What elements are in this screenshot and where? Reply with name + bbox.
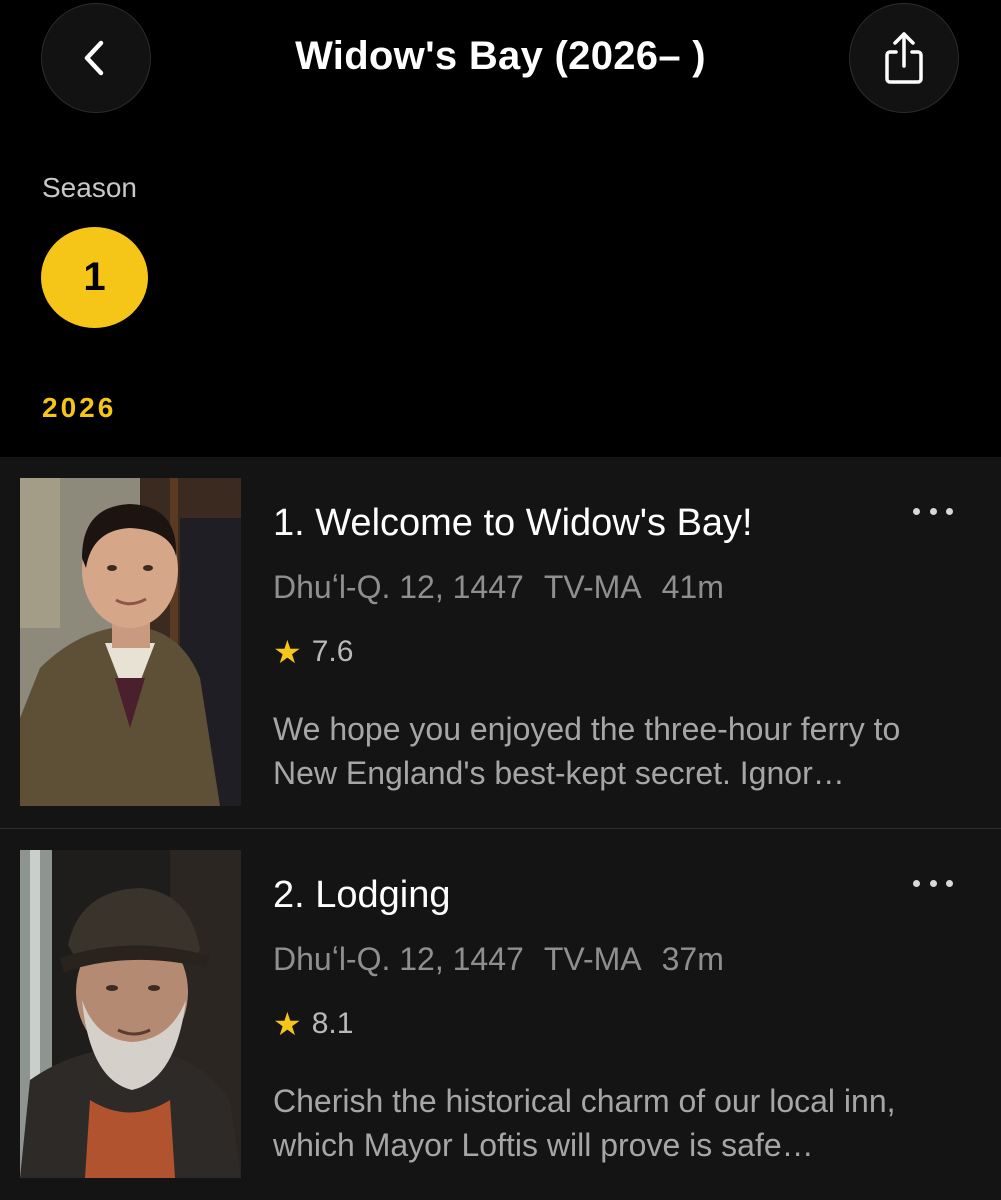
top-bar: Widow's Bay (2026– ) <box>0 0 1001 120</box>
rating-value: 8.1 <box>311 1007 354 1040</box>
rating-value: 7.6 <box>311 635 354 668</box>
year-label: 2026 <box>42 392 117 423</box>
share-icon <box>885 32 923 84</box>
episode-rating: ★ 7.6 <box>273 633 353 671</box>
episode-air-date: Dhuʻl-Q. 12, 1447 <box>273 941 524 977</box>
episode-description: We hope you enjoyed the three-hour ferry… <box>273 711 901 791</box>
episode-air-date: Dhuʻl-Q. 12, 1447 <box>273 569 524 605</box>
episode-item[interactable]: 1. Welcome to Widow's Bay! Dhuʻl-Q. 12, … <box>0 457 1001 829</box>
share-button[interactable] <box>849 3 959 113</box>
more-dot <box>946 507 953 515</box>
episode-thumbnail <box>20 850 241 1178</box>
more-dot <box>913 507 920 515</box>
more-dot <box>946 879 953 887</box>
episode-title[interactable]: 1. Welcome to Widow's Bay! <box>273 502 753 545</box>
more-options-button[interactable] <box>907 497 959 525</box>
season-selector-1[interactable]: 1 <box>41 227 148 328</box>
episode-meta: Dhuʻl-Q. 12, 1447 TV-MA 41m <box>273 569 744 606</box>
star-icon: ★ <box>273 1006 302 1042</box>
more-dot <box>913 879 920 887</box>
episode-description: Cherish the historical charm of our loca… <box>273 1083 896 1163</box>
more-options-button[interactable] <box>907 869 959 897</box>
content-rating: TV-MA <box>543 941 642 977</box>
episode-runtime: 37m <box>661 941 724 977</box>
episode-meta: Dhuʻl-Q. 12, 1447 TV-MA 37m <box>273 941 744 978</box>
season-label: Season <box>42 172 137 203</box>
episode-title[interactable]: 2. Lodging <box>273 874 451 917</box>
more-dot <box>929 879 937 887</box>
more-dot <box>929 507 937 515</box>
episode-item[interactable]: 2. Lodging Dhuʻl-Q. 12, 1447 TV-MA 37m ★ 8… <box>0 829 1001 1200</box>
episode-thumbnail <box>20 478 241 806</box>
content-rating: TV-MA <box>543 569 642 605</box>
episode-runtime: 41m <box>661 569 724 605</box>
episode-rating: ★ 8.1 <box>273 1005 353 1043</box>
star-icon: ★ <box>273 634 302 670</box>
episode-list: 1. Welcome to Widow's Bay! Dhuʻl-Q. 12, … <box>0 457 1001 1200</box>
